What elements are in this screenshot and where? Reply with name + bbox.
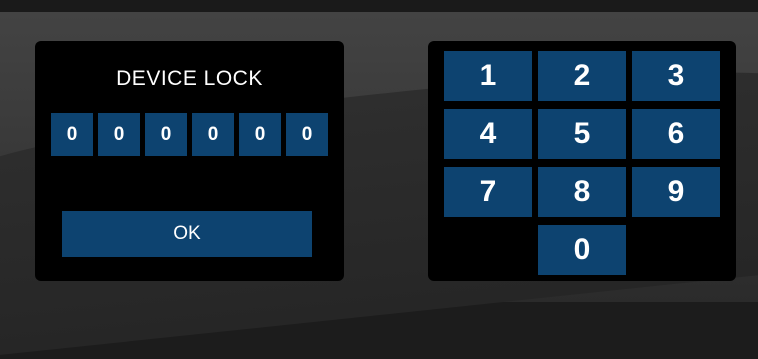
pin-digit-6[interactable]: 0 <box>286 113 328 156</box>
key-2[interactable]: 2 <box>538 51 626 101</box>
device-lock-title: DEVICE LOCK <box>116 67 263 90</box>
key-3[interactable]: 3 <box>632 51 720 101</box>
pin-digit-row: 0 0 0 0 0 0 <box>51 113 328 156</box>
key-8[interactable]: 8 <box>538 167 626 217</box>
background-top-stripe <box>0 0 758 12</box>
key-6[interactable]: 6 <box>632 109 720 159</box>
key-0[interactable]: 0 <box>538 225 626 275</box>
pin-digit-4[interactable]: 0 <box>192 113 234 156</box>
pin-digit-3[interactable]: 0 <box>145 113 187 156</box>
key-1[interactable]: 1 <box>444 51 532 101</box>
key-4[interactable]: 4 <box>444 109 532 159</box>
numeric-keypad: 1 2 3 4 5 6 7 8 9 0 <box>428 41 736 281</box>
key-9[interactable]: 9 <box>632 167 720 217</box>
pin-digit-2[interactable]: 0 <box>98 113 140 156</box>
ok-button[interactable]: OK <box>62 211 312 257</box>
pin-digit-1[interactable]: 0 <box>51 113 93 156</box>
device-lock-panel: DEVICE LOCK 0 0 0 0 0 0 OK <box>35 41 344 281</box>
pin-digit-5[interactable]: 0 <box>239 113 281 156</box>
key-5[interactable]: 5 <box>538 109 626 159</box>
key-7[interactable]: 7 <box>444 167 532 217</box>
